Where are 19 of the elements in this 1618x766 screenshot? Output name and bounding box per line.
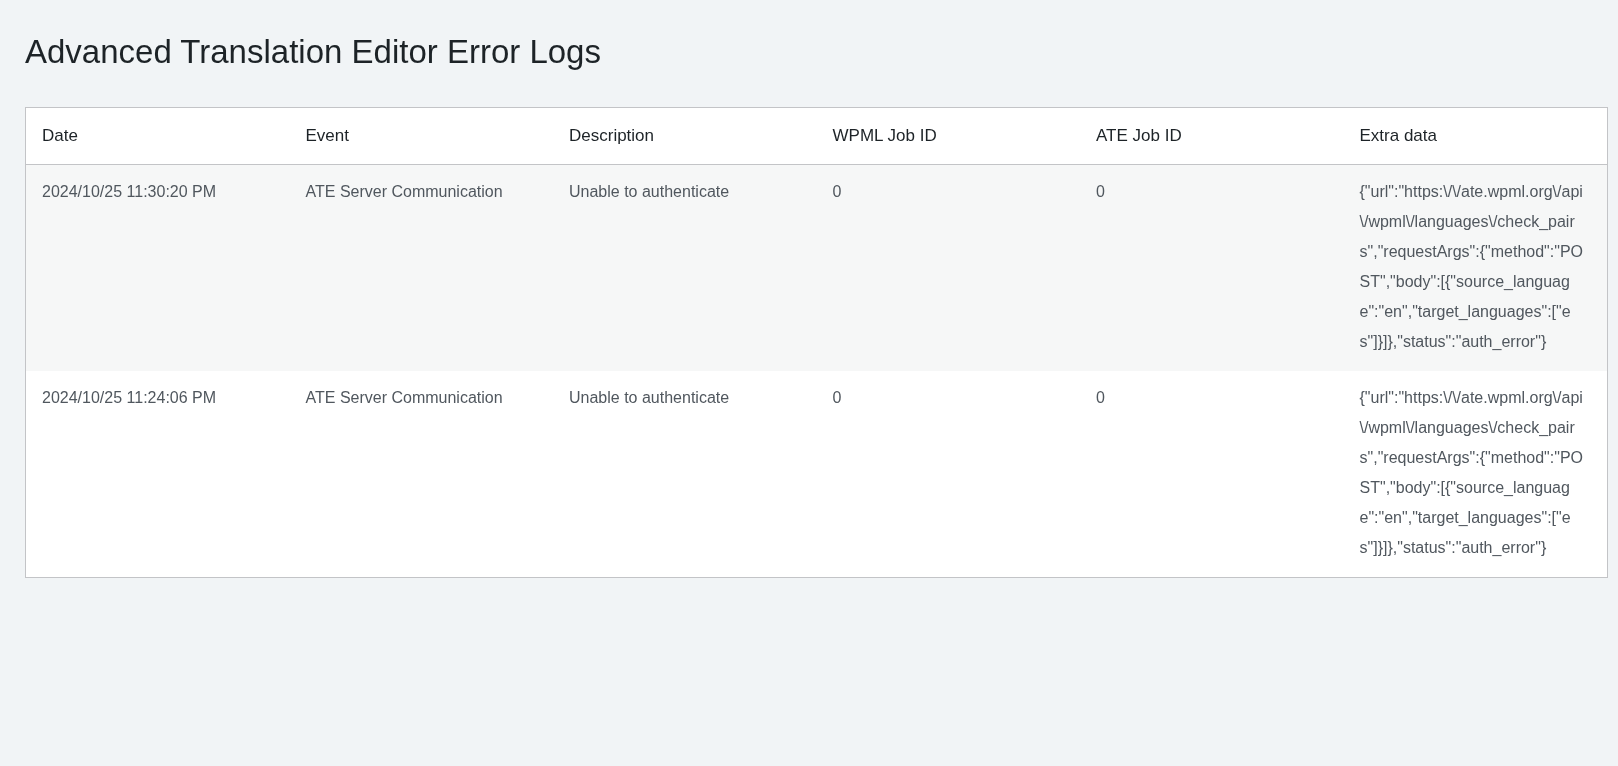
column-header: Event — [305, 126, 349, 145]
table-cell-text: 2024/10/25 11:24:06 PM — [42, 388, 218, 408]
column-header: Description — [569, 126, 655, 145]
page-title: Advanced Translation Editor Error Logs — [25, 32, 601, 72]
table-cell-text: Unable to authenticate — [569, 388, 731, 408]
table-cell-text: ATE Server Communication — [305, 182, 504, 202]
table-cell-text: 0 — [1096, 388, 1106, 408]
table-cell-text: 0 — [1096, 182, 1106, 202]
table-cell-text: 0 — [832, 388, 843, 408]
table-cell-text: ATE Server Communication — [305, 388, 504, 408]
column-header: Extra data — [1359, 126, 1437, 145]
table-cell-text: Unable to authenticate — [569, 182, 731, 202]
table-cell-text: {"url":"https:\/\/ate.wpml.org\/api\/wpml\/languages\/check_pairs","requestArgs":{"method":"POST","body":[{"source_language":"en","target_languages":["es"]}]},"status":"auth_error"} — [1359, 182, 1584, 352]
column-header: WPML Job ID — [832, 126, 937, 145]
table-cell-text: 0 — [832, 182, 843, 202]
column-header: Date — [42, 126, 78, 145]
column-header: ATE Job ID — [1096, 126, 1182, 145]
table-cell-text: 2024/10/25 11:30:20 PM — [42, 182, 218, 202]
table-cell-text: {"url":"https:\/\/ate.wpml.org\/api\/wpml\/languages\/check_pairs","requestArgs":{"method":"POST","body":[{"source_language":"en","target_languages":["es"]}]},"status":"auth_error"} — [1359, 388, 1584, 558]
